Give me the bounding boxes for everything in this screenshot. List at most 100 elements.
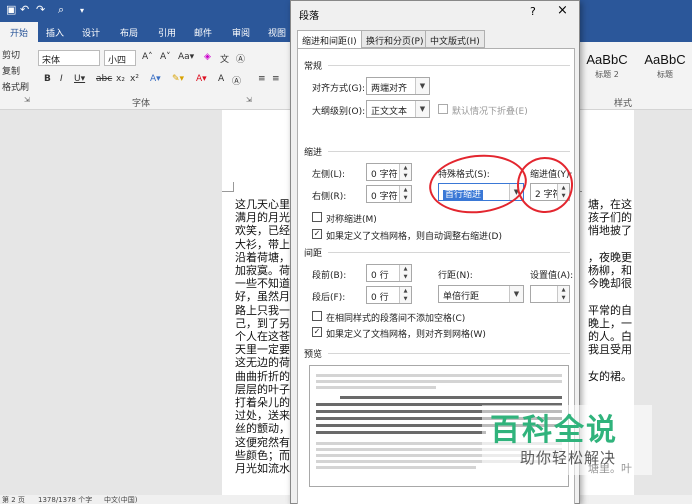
- tab-home[interactable]: 开始: [0, 22, 39, 42]
- up-arrow-icon[interactable]: ▲: [400, 186, 411, 194]
- down-arrow-icon[interactable]: ▼: [558, 294, 569, 302]
- doc-line-right: 悄地披了: [588, 224, 632, 238]
- space-before-spinner[interactable]: 0 行 ▲ ▼: [366, 264, 412, 282]
- spinner-arrows[interactable]: ▲ ▼: [399, 265, 411, 281]
- space-after-label: 段后(F):: [312, 293, 346, 303]
- phonetic-icon[interactable]: 文: [220, 52, 229, 65]
- close-button[interactable]: ×: [557, 3, 568, 18]
- strikethrough-icon[interactable]: abc: [96, 74, 112, 84]
- print-preview-icon[interactable]: ⌕: [58, 3, 64, 17]
- bold-icon[interactable]: B: [44, 74, 51, 84]
- preview-prev-line: [316, 386, 436, 389]
- tab-view[interactable]: 视图: [268, 26, 286, 39]
- alignment-dropdown[interactable]: 两端对齐 ▼: [366, 77, 430, 95]
- divider: [328, 151, 570, 152]
- tab-design[interactable]: 设计: [82, 26, 100, 39]
- preview-prev-line: [316, 374, 562, 377]
- tab-references[interactable]: 引用: [158, 26, 176, 39]
- at-spinner[interactable]: ▲ ▼: [530, 285, 570, 303]
- undo-icon[interactable]: ↶: [20, 3, 29, 16]
- down-arrow-icon[interactable]: ▼: [400, 273, 411, 281]
- preview-prev-line: [316, 380, 562, 383]
- snap-to-grid-checkbox[interactable]: ✓: [312, 327, 322, 337]
- no-space-same-style-checkbox[interactable]: [312, 311, 322, 321]
- auto-adjust-indent-label: 如果定义了文档网格，则自动调整右缩进(D): [326, 232, 502, 242]
- spacing-heading: 间距: [304, 249, 323, 259]
- save-icon[interactable]: ▣: [6, 3, 16, 16]
- up-arrow-icon[interactable]: ▲: [400, 287, 411, 295]
- down-arrow-icon[interactable]: ▼: [400, 194, 411, 202]
- align-left-icon[interactable]: ≡: [258, 74, 266, 84]
- change-case-icon[interactable]: Aa▾: [178, 52, 194, 62]
- chevron-down-icon: ▼: [415, 101, 429, 117]
- font-size-box[interactable]: 小四: [104, 50, 136, 66]
- down-arrow-icon[interactable]: ▼: [400, 295, 411, 303]
- space-before-value: 0 行: [371, 271, 389, 281]
- tab-review[interactable]: 审阅: [232, 26, 250, 39]
- left-indent-label: 左侧(L):: [312, 170, 346, 180]
- enclose-icon[interactable]: Ⓐ: [236, 52, 245, 65]
- line-spacing-label: 行距(N):: [438, 271, 473, 281]
- tab-layout[interactable]: 布局: [120, 26, 138, 39]
- tab-mailings[interactable]: 邮件: [194, 26, 212, 39]
- up-arrow-icon[interactable]: ▲: [400, 164, 411, 172]
- clipboard-launcher-icon[interactable]: ⇲: [24, 96, 30, 104]
- copy-button[interactable]: 复制: [2, 64, 20, 77]
- tab-indents-spacing[interactable]: 缩进和间距(I): [297, 30, 362, 49]
- right-indent-value: 0 字符: [371, 192, 398, 202]
- char-shading-icon[interactable]: A: [218, 74, 224, 84]
- line-spacing-dropdown[interactable]: 单倍行距 ▼: [438, 285, 524, 303]
- font-color-icon[interactable]: A▾: [196, 74, 207, 84]
- font-launcher-icon[interactable]: ⇲: [246, 96, 252, 104]
- highlight-icon[interactable]: ✎▾: [172, 74, 184, 84]
- char-border-icon[interactable]: Ⓐ: [232, 74, 241, 87]
- status-page[interactable]: 第 2 页: [2, 495, 25, 504]
- redo-icon[interactable]: ↷: [36, 3, 45, 16]
- style-title[interactable]: AaBbC 标题: [638, 48, 692, 88]
- mirror-indents-checkbox[interactable]: [312, 212, 322, 222]
- tab-insert[interactable]: 插入: [46, 26, 64, 39]
- spinner-arrows[interactable]: ▲ ▼: [557, 286, 569, 302]
- style-heading2[interactable]: AaBbC 标题 2: [580, 48, 634, 88]
- divider: [328, 252, 570, 253]
- shrink-font-icon[interactable]: A˅: [160, 52, 171, 62]
- text-effects-icon[interactable]: A▾: [150, 74, 161, 84]
- spinner-arrows[interactable]: ▲ ▼: [399, 164, 411, 180]
- grow-font-icon[interactable]: A˄: [142, 52, 153, 62]
- chevron-down-icon: ▼: [415, 78, 429, 94]
- watermark-subtitle: 助你轻松解决: [520, 449, 617, 467]
- help-button[interactable]: ?: [530, 5, 536, 18]
- superscript-icon[interactable]: x²: [130, 74, 139, 84]
- up-arrow-icon[interactable]: ▲: [400, 265, 411, 273]
- clear-format-icon[interactable]: ◈: [204, 52, 211, 62]
- watermark-logo: 百科全说 助你轻松解决: [482, 405, 652, 475]
- status-words[interactable]: 1378/1378 个字: [38, 495, 92, 504]
- divider: [328, 353, 570, 354]
- font-name-box[interactable]: 宋体: [38, 50, 100, 66]
- outline-level-value: 正文文本: [371, 107, 408, 117]
- up-arrow-icon[interactable]: ▲: [558, 286, 569, 294]
- left-indent-spinner[interactable]: 0 字符 ▲ ▼: [366, 163, 412, 181]
- align-center-icon[interactable]: ≡: [272, 74, 280, 84]
- tab-line-page-breaks[interactable]: 换行和分页(P): [361, 30, 429, 48]
- down-arrow-icon[interactable]: ▼: [400, 172, 411, 180]
- underline-icon[interactable]: U▾: [74, 74, 85, 84]
- chevron-down-icon: ▼: [509, 286, 523, 302]
- status-language[interactable]: 中文(中国): [104, 495, 137, 504]
- cut-button[interactable]: 剪切: [2, 48, 20, 61]
- alignment-value: 两端对齐: [371, 84, 408, 94]
- tab-asian-typography[interactable]: 中文版式(H): [425, 30, 485, 48]
- line-spacing-value: 单倍行距: [443, 292, 480, 302]
- right-indent-spinner[interactable]: 0 字符 ▲ ▼: [366, 185, 412, 203]
- customize-qat-icon[interactable]: ▾: [80, 6, 84, 15]
- doc-line-right: 女的裙。: [588, 369, 632, 383]
- outline-level-dropdown[interactable]: 正文文本 ▼: [366, 100, 430, 118]
- spinner-arrows[interactable]: ▲ ▼: [399, 186, 411, 202]
- italic-icon[interactable]: I: [60, 74, 63, 84]
- spinner-arrows[interactable]: ▲ ▼: [399, 287, 411, 303]
- auto-adjust-indent-checkbox[interactable]: ✓: [312, 229, 322, 239]
- space-after-spinner[interactable]: 0 行 ▲ ▼: [366, 286, 412, 304]
- collapse-checkbox[interactable]: [438, 104, 448, 114]
- subscript-icon[interactable]: x₂: [116, 74, 125, 84]
- format-painter-button[interactable]: 格式刷: [2, 80, 29, 93]
